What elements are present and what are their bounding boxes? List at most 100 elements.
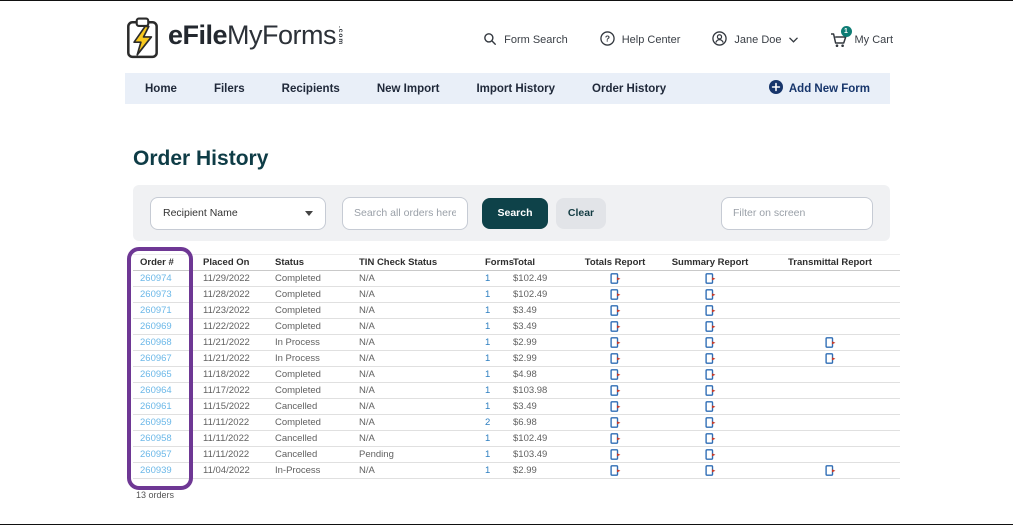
totals-report-icon-cell bbox=[570, 401, 660, 412]
summary-report-icon[interactable] bbox=[704, 465, 716, 476]
summary-report-icon-cell bbox=[660, 289, 760, 300]
nav-item-order-history[interactable]: Order History bbox=[592, 83, 666, 95]
order-link[interactable]: 260964 bbox=[133, 385, 196, 396]
order-link[interactable]: 260968 bbox=[133, 337, 196, 348]
total-cell: $102.49 bbox=[513, 289, 548, 300]
order-link[interactable]: 260973 bbox=[133, 289, 196, 300]
tin-status-cell: N/A bbox=[359, 369, 375, 380]
table-row: 260967 11/21/2022 In Process N/A 1 $2.99 bbox=[133, 351, 900, 367]
total-cell: $3.49 bbox=[513, 401, 537, 412]
summary-report-icon-cell bbox=[660, 433, 760, 444]
totals-report-icon-cell bbox=[570, 273, 660, 284]
order-link[interactable]: 260939 bbox=[133, 465, 196, 476]
nav-item-import-history[interactable]: Import History bbox=[476, 83, 555, 95]
placed-on-cell: 11/21/2022 bbox=[203, 353, 250, 364]
tin-status-cell: N/A bbox=[359, 321, 375, 332]
column-header-tin-check-status: TIN Check Status bbox=[359, 257, 438, 268]
summary-report-icon[interactable] bbox=[704, 369, 716, 380]
status-cell: Completed bbox=[275, 369, 321, 380]
nav-item-home[interactable]: Home bbox=[145, 83, 177, 95]
summary-report-icon[interactable] bbox=[704, 353, 716, 364]
order-link[interactable]: 260969 bbox=[133, 321, 196, 332]
order-link[interactable]: 260971 bbox=[133, 305, 196, 316]
search-category-dropdown[interactable]: Recipient Name bbox=[150, 196, 326, 230]
totals-report-icon[interactable] bbox=[609, 417, 621, 428]
status-cell: Completed bbox=[275, 385, 321, 396]
caret-down-icon bbox=[305, 207, 313, 219]
logo[interactable]: eFile MyForms .com bbox=[125, 17, 344, 64]
summary-report-icon[interactable] bbox=[704, 401, 716, 412]
search-button[interactable]: Search bbox=[482, 197, 548, 229]
order-link[interactable]: 260965 bbox=[133, 369, 196, 380]
totals-report-icon[interactable] bbox=[609, 401, 621, 412]
summary-report-icon[interactable] bbox=[704, 305, 716, 316]
my-cart-link[interactable]: 1 My Cart bbox=[830, 26, 893, 48]
order-link[interactable]: 260961 bbox=[133, 401, 196, 412]
summary-report-icon-cell bbox=[660, 417, 760, 428]
summary-report-icon[interactable] bbox=[704, 417, 716, 428]
totals-report-icon[interactable] bbox=[609, 449, 621, 460]
nav-item-recipients[interactable]: Recipients bbox=[282, 83, 340, 95]
summary-report-icon-cell bbox=[660, 337, 760, 348]
transmittal-report-icon[interactable] bbox=[824, 465, 836, 476]
cart-count-badge: 1 bbox=[840, 26, 852, 37]
totals-report-icon[interactable] bbox=[609, 369, 621, 380]
user-name: Jane Doe bbox=[734, 34, 782, 46]
add-new-form-button[interactable]: Add New Form bbox=[768, 80, 870, 97]
user-menu[interactable]: Jane Doe bbox=[712, 31, 798, 49]
status-cell: Completed bbox=[275, 305, 321, 316]
total-cell: $3.49 bbox=[513, 305, 537, 316]
totals-report-icon-cell bbox=[570, 321, 660, 332]
summary-report-icon[interactable] bbox=[704, 273, 716, 284]
total-cell: $3.49 bbox=[513, 321, 537, 332]
transmittal-report-icon-cell bbox=[760, 337, 900, 348]
total-cell: $2.99 bbox=[513, 337, 537, 348]
top-header: eFile MyForms .com Form Search ? Help Ce… bbox=[125, 15, 893, 65]
totals-report-icon[interactable] bbox=[609, 465, 621, 476]
totals-report-icon[interactable] bbox=[609, 433, 621, 444]
plus-circle-icon bbox=[768, 80, 783, 97]
totals-report-icon[interactable] bbox=[609, 289, 621, 300]
column-header-forms: Forms bbox=[485, 257, 515, 268]
placed-on-cell: 11/15/2022 bbox=[203, 401, 250, 412]
totals-report-icon[interactable] bbox=[609, 385, 621, 396]
nav-item-filers[interactable]: Filers bbox=[214, 83, 245, 95]
summary-report-icon-cell bbox=[660, 353, 760, 364]
status-cell: Cancelled bbox=[275, 401, 318, 412]
totals-report-icon[interactable] bbox=[609, 321, 621, 332]
summary-report-icon[interactable] bbox=[704, 337, 716, 348]
help-center-link[interactable]: ? Help Center bbox=[599, 31, 680, 49]
forms-cell: 1 bbox=[485, 449, 491, 460]
totals-report-icon[interactable] bbox=[609, 353, 621, 364]
clear-button[interactable]: Clear bbox=[556, 197, 606, 229]
totals-report-icon[interactable] bbox=[609, 337, 621, 348]
tin-status-cell: N/A bbox=[359, 417, 375, 428]
summary-report-icon-cell bbox=[660, 369, 760, 380]
placed-on-cell: 11/18/2022 bbox=[203, 369, 250, 380]
logo-light: MyForms bbox=[227, 19, 337, 50]
transmittal-report-icon[interactable] bbox=[824, 353, 836, 364]
table-row: 260957 11/11/2022 Cancelled Pending 1 $103.49 bbox=[133, 447, 900, 463]
order-link[interactable]: 260959 bbox=[133, 417, 196, 428]
nav-item-new-import[interactable]: New Import bbox=[377, 83, 440, 95]
totals-report-icon[interactable] bbox=[609, 305, 621, 316]
filter-on-screen-input[interactable] bbox=[721, 196, 873, 230]
tin-status-cell: Pending bbox=[359, 449, 394, 460]
order-link[interactable]: 260974 bbox=[133, 273, 196, 284]
summary-report-icon[interactable] bbox=[704, 289, 716, 300]
column-header-transmittal-report: Transmittal Report bbox=[788, 257, 872, 268]
main-nav-items: Home Filers Recipients New Import Import His… bbox=[145, 83, 666, 95]
order-link[interactable]: 260957 bbox=[133, 449, 196, 460]
form-search-link[interactable]: Form Search bbox=[483, 32, 568, 49]
search-icon bbox=[483, 32, 497, 49]
transmittal-report-icon[interactable] bbox=[824, 337, 836, 348]
summary-report-icon-cell bbox=[660, 465, 760, 476]
order-link[interactable]: 260967 bbox=[133, 353, 196, 364]
summary-report-icon[interactable] bbox=[704, 321, 716, 332]
summary-report-icon[interactable] bbox=[704, 385, 716, 396]
totals-report-icon[interactable] bbox=[609, 273, 621, 284]
order-link[interactable]: 260958 bbox=[133, 433, 196, 444]
summary-report-icon[interactable] bbox=[704, 449, 716, 460]
orders-search-input[interactable] bbox=[342, 196, 468, 230]
summary-report-icon[interactable] bbox=[704, 433, 716, 444]
